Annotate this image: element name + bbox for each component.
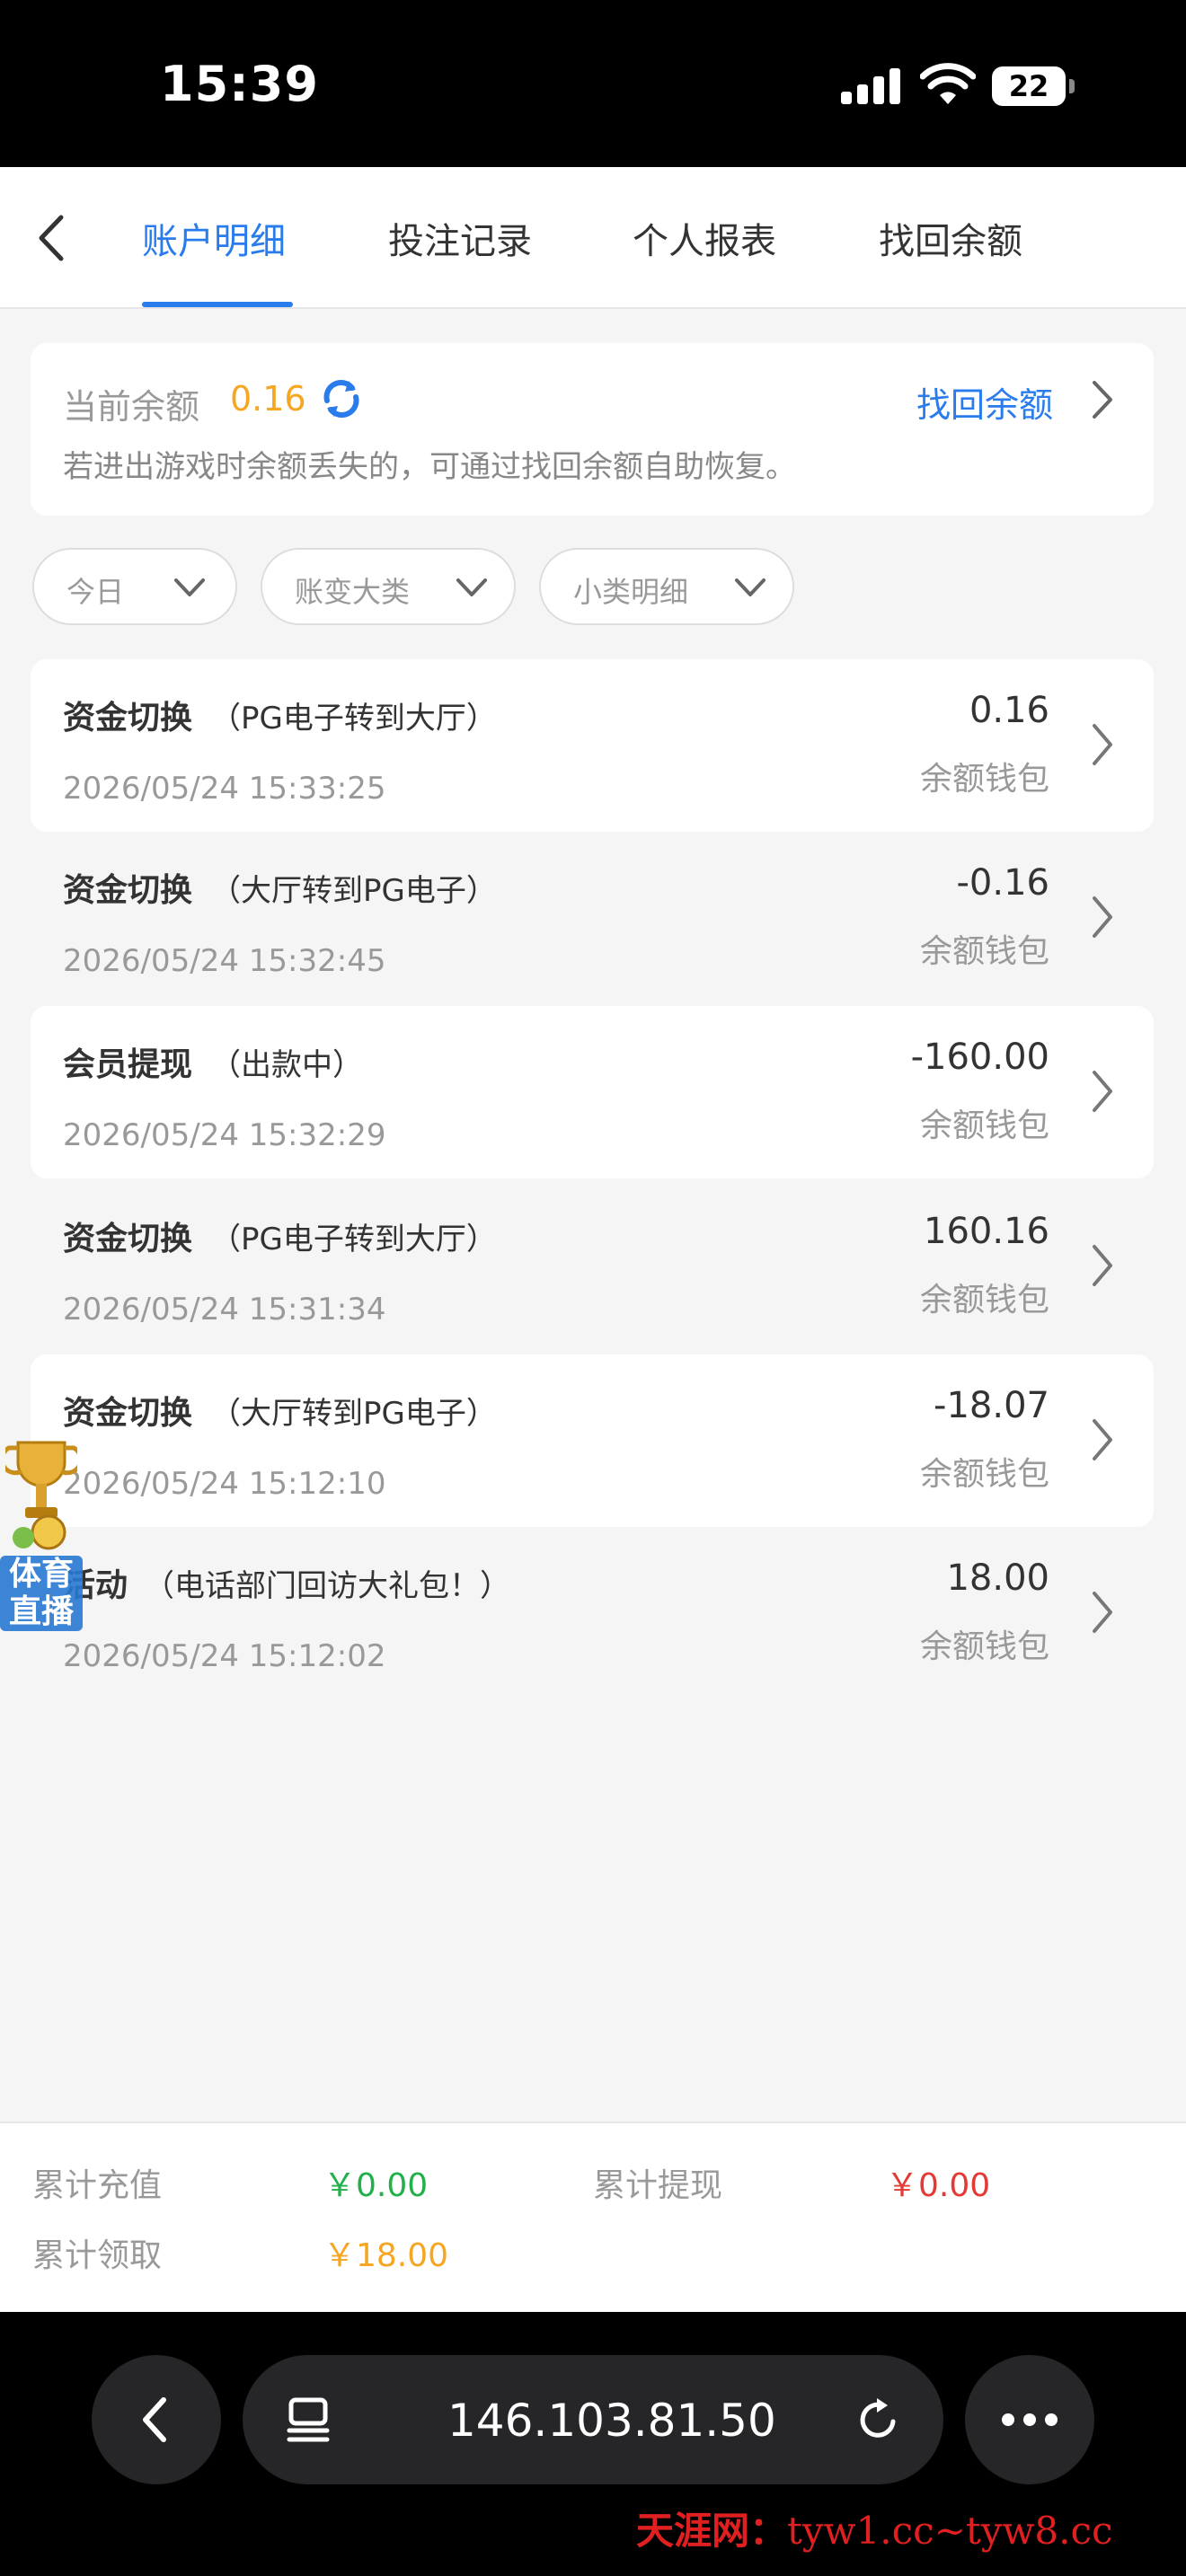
balance-label: 当前余额 bbox=[63, 387, 200, 427]
active-tab-indicator bbox=[142, 302, 293, 307]
record-amount: -18.07 bbox=[934, 1385, 1049, 1426]
record-wallet: 余额钱包 bbox=[919, 1282, 1049, 1319]
record-amount: 160.16 bbox=[924, 1211, 1049, 1252]
reload-icon[interactable] bbox=[854, 2395, 904, 2445]
filter-subcategory-label: 小类明细 bbox=[573, 575, 689, 609]
total-withdraw-value: ￥0.00 bbox=[886, 2167, 991, 2204]
filter-date-label: 今日 bbox=[66, 575, 125, 609]
total-claim-value: ￥18.00 bbox=[323, 2237, 449, 2274]
list-item[interactable]: 资金切换 （大厅转到PG电子） 2026/05/24 15:12:10 -18.… bbox=[31, 1354, 1154, 1527]
record-amount: 0.16 bbox=[969, 690, 1049, 731]
record-wallet: 余额钱包 bbox=[919, 1107, 1049, 1144]
total-claim-label: 累计领取 bbox=[32, 2237, 163, 2274]
nav-bar: 账户明细 投注记录 个人报表 找回余额 bbox=[0, 167, 1186, 309]
summary-panel: 累计充值 ￥0.00 累计提现 ￥0.00 累计领取 ￥18.00 bbox=[0, 2122, 1186, 2312]
recover-balance-link[interactable]: 找回余额 bbox=[916, 377, 1053, 427]
record-detail: （大厅转到PG电子） bbox=[210, 1396, 497, 1432]
record-detail: （PG电子转到大厅） bbox=[210, 701, 497, 737]
sports-live-label: 体育 直播 bbox=[0, 1556, 83, 1631]
record-title: 资金切换 bbox=[63, 1221, 193, 1257]
list-item[interactable]: 活动 （电话部门回访大礼包！） 2026/05/24 15:12:02 18.0… bbox=[31, 1527, 1154, 1699]
chevron-right-icon bbox=[1093, 724, 1112, 765]
record-date: 2026/05/24 15:31:34 bbox=[63, 1292, 386, 1328]
chevron-down-icon bbox=[456, 578, 487, 596]
filter-subcategory[interactable]: 小类明细 bbox=[539, 548, 794, 625]
tab-bet-records[interactable]: 投注记录 bbox=[388, 212, 532, 264]
browser-toolbar: 146.103.81.50 天涯网：tyw1.cc~tyw8.cc bbox=[0, 2312, 1186, 2576]
record-detail: （出款中） bbox=[210, 1047, 363, 1083]
chevron-right-icon bbox=[1093, 1419, 1112, 1460]
list-item[interactable]: 资金切换 （大厅转到PG电子） 2026/05/24 15:32:45 -0.1… bbox=[31, 832, 1154, 1004]
record-wallet: 余额钱包 bbox=[919, 1456, 1049, 1493]
record-detail: （大厅转到PG电子） bbox=[210, 873, 497, 909]
record-amount: -0.16 bbox=[956, 862, 1050, 904]
browser-more-button[interactable] bbox=[965, 2355, 1094, 2484]
status-bar: 15:39 22 bbox=[0, 0, 1186, 167]
tabs-icon[interactable] bbox=[284, 2395, 332, 2445]
balance-hint: 若进出游戏时余额丢失的，可通过找回余额自助恢复。 bbox=[63, 449, 796, 485]
record-wallet: 余额钱包 bbox=[919, 933, 1049, 970]
refresh-icon[interactable] bbox=[316, 374, 367, 424]
total-recharge-value: ￥0.00 bbox=[323, 2167, 429, 2204]
battery-cap bbox=[1069, 79, 1075, 93]
chevron-right-icon[interactable] bbox=[1089, 379, 1116, 420]
record-date: 2026/05/24 15:32:29 bbox=[63, 1117, 386, 1153]
tab-personal-report[interactable]: 个人报表 bbox=[633, 212, 776, 264]
back-icon bbox=[143, 2397, 166, 2442]
record-title: 资金切换 bbox=[63, 1395, 193, 1432]
clock: 15:39 bbox=[160, 56, 319, 112]
cellular-signal-icon bbox=[841, 68, 902, 104]
record-amount: -160.00 bbox=[910, 1037, 1049, 1078]
wifi-icon bbox=[920, 63, 976, 104]
browser-back-button[interactable] bbox=[92, 2355, 221, 2484]
record-date: 2026/05/24 15:33:25 bbox=[63, 771, 386, 807]
record-amount: 18.00 bbox=[946, 1557, 1049, 1599]
balance-value: 0.16 bbox=[230, 379, 306, 419]
filter-date[interactable]: 今日 bbox=[32, 548, 237, 625]
list-item[interactable]: 资金切换 （PG电子转到大厅） 2026/05/24 15:31:34 160.… bbox=[31, 1180, 1154, 1353]
more-icon bbox=[1002, 2413, 1058, 2426]
battery-indicator: 22 bbox=[992, 66, 1066, 106]
chevron-down-icon bbox=[174, 578, 205, 596]
tab-account-details[interactable]: 账户明细 bbox=[142, 212, 286, 264]
record-wallet: 余额钱包 bbox=[919, 1628, 1049, 1665]
url-text: 146.103.81.50 bbox=[447, 2395, 776, 2447]
filter-category[interactable]: 账变大类 bbox=[261, 548, 516, 625]
total-withdraw-label: 累计提现 bbox=[593, 2167, 723, 2204]
record-title: 资金切换 bbox=[63, 700, 193, 737]
sports-live-badge[interactable]: 体育 直播 bbox=[0, 1435, 83, 1635]
record-date: 2026/05/24 15:12:02 bbox=[63, 1638, 386, 1674]
record-wallet: 余额钱包 bbox=[919, 761, 1049, 798]
record-detail: （电话部门回访大礼包！） bbox=[144, 1568, 510, 1604]
watermark: 天涯网：tyw1.cc~tyw8.cc bbox=[636, 2509, 1113, 2553]
chevron-right-icon bbox=[1093, 896, 1112, 938]
tab-recover-balance[interactable]: 找回余额 bbox=[879, 212, 1022, 264]
balance-card: 当前余额 0.16 找回余额 若进出游戏时余额丢失的，可通过找回余额自助恢复。 bbox=[31, 343, 1154, 516]
total-recharge-label: 累计充值 bbox=[32, 2167, 163, 2204]
record-title: 资金切换 bbox=[63, 872, 193, 909]
record-date: 2026/05/24 15:32:45 bbox=[63, 943, 386, 979]
record-detail: （PG电子转到大厅） bbox=[210, 1222, 497, 1257]
record-title: 会员提现 bbox=[63, 1046, 193, 1083]
address-bar[interactable]: 146.103.81.50 bbox=[243, 2355, 943, 2484]
chevron-down-icon bbox=[735, 578, 766, 596]
filter-category-label: 账变大类 bbox=[295, 575, 411, 609]
record-date: 2026/05/24 15:12:10 bbox=[63, 1466, 386, 1502]
trophy-icon bbox=[5, 1441, 77, 1550]
chevron-right-icon bbox=[1093, 1245, 1112, 1286]
chevron-right-icon bbox=[1093, 1592, 1112, 1633]
list-item[interactable]: 资金切换 （PG电子转到大厅） 2026/05/24 15:33:25 0.16… bbox=[31, 659, 1154, 832]
back-icon[interactable] bbox=[32, 212, 72, 264]
list-item[interactable]: 会员提现 （出款中） 2026/05/24 15:32:29 -160.00 余… bbox=[31, 1006, 1154, 1178]
chevron-right-icon bbox=[1093, 1071, 1112, 1112]
